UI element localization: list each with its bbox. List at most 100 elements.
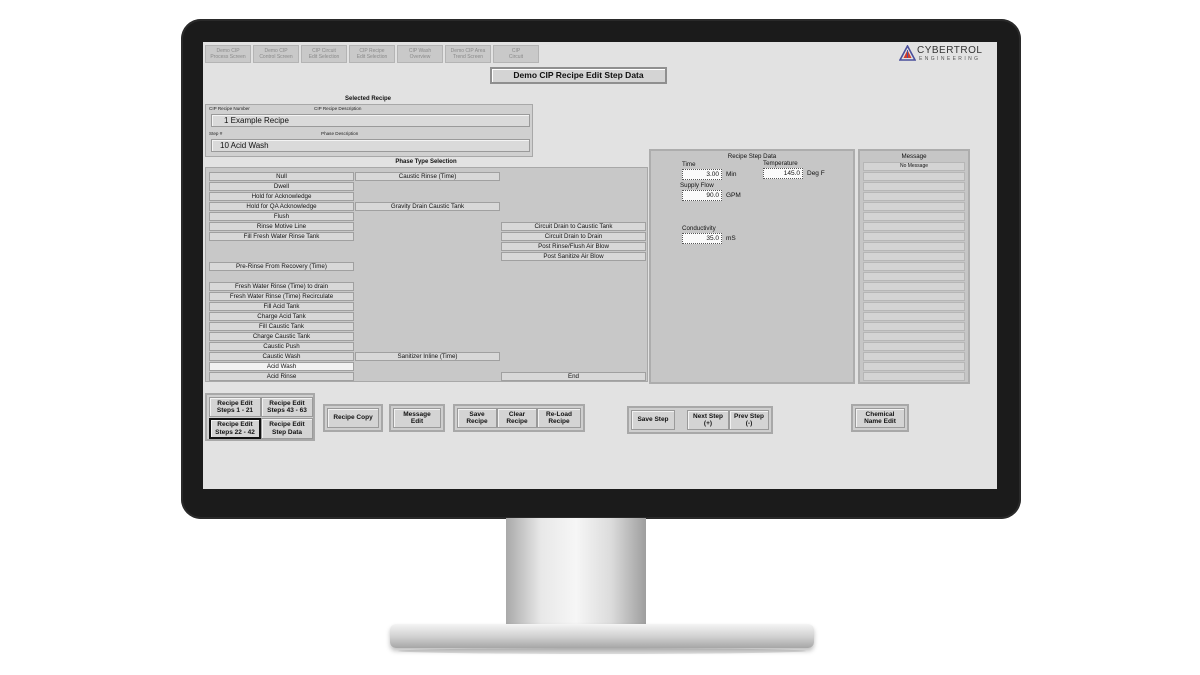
message-row: No Message: [863, 162, 965, 171]
recipe-copy-button[interactable]: Recipe Copy: [327, 408, 379, 428]
save-recipe-button[interactable]: Save Recipe: [457, 408, 497, 428]
message-row: [863, 232, 965, 241]
tab-demo-cip-trend[interactable]: Demo CIP Area Trend Screen: [445, 45, 491, 63]
clear-recipe-button[interactable]: Clear Recipe: [497, 408, 537, 428]
phase-option[interactable]: Acid Wash: [209, 362, 354, 371]
step-number-label: Step #: [209, 131, 223, 136]
message-row: [863, 272, 965, 281]
phase-option[interactable]: Acid Rinse: [209, 372, 354, 381]
phase-option[interactable]: Circuit Drain to Caustic Tank: [501, 222, 646, 231]
message-row: [863, 292, 965, 301]
time-label: Time: [682, 161, 696, 168]
phase-option[interactable]: Rinse Motive Line: [209, 222, 354, 231]
phase-option[interactable]: Caustic Rinse (Time): [355, 172, 500, 181]
phase-type-panel: Null Dwell Hold for Acknowledge Hold for QA…: [205, 167, 648, 382]
time-input[interactable]: 3.00: [682, 169, 722, 180]
tab-cip-circuit-edit[interactable]: CIP Circuit Edit Selection: [301, 45, 347, 63]
recipe-save-group: Save Recipe Clear Recipe Re-Load Recipe: [453, 404, 585, 432]
temperature-unit: Deg F: [807, 170, 825, 177]
phase-description-label: Phase Description: [321, 131, 359, 136]
message-row: [863, 282, 965, 291]
phase-option[interactable]: Fill Fresh Water Rinse Tank: [209, 232, 354, 241]
recipe-edit-steps-1-21-button[interactable]: Recipe Edit Steps 1 - 21: [209, 397, 261, 417]
logo-subtitle: ENGINEERING: [919, 56, 981, 62]
phase-option[interactable]: Post Sanitize Air Blow: [501, 252, 646, 261]
chemical-name-edit-button[interactable]: Chemical Name Edit: [855, 408, 905, 428]
phase-option[interactable]: Circuit Drain to Drain: [501, 232, 646, 241]
logo-triangle-icon: [899, 45, 916, 61]
message-row: [863, 362, 965, 371]
temperature-input[interactable]: 145.0: [763, 168, 803, 179]
message-heading: Message: [901, 153, 927, 160]
message-row: [863, 332, 965, 341]
phase-option[interactable]: Fresh Water Rinse (Time) Recirculate: [209, 292, 354, 301]
phase-option[interactable]: Caustic Wash: [209, 352, 354, 361]
phase-option[interactable]: Hold for QA Acknowledge: [209, 202, 354, 211]
message-row: [863, 202, 965, 211]
phase-option[interactable]: Fresh Water Rinse (Time) to drain: [209, 282, 354, 291]
message-row: [863, 172, 965, 181]
message-edit-button[interactable]: Message Edit: [393, 408, 441, 428]
monitor-stand-base: [390, 624, 814, 648]
conductivity-unit: mS: [726, 235, 736, 242]
monitor-stand-neck: [506, 518, 646, 628]
recipe-step-data-panel: Recipe Step Data Time 3.00 Min Temperatu…: [649, 149, 855, 384]
message-row: [863, 342, 965, 351]
phase-type-heading: Phase Type Selection: [395, 159, 457, 165]
recipe-description-label: CIP Recipe Description: [314, 106, 362, 111]
phase-option[interactable]: Post Rinse/Flush Air Blow: [501, 242, 646, 251]
reload-recipe-button[interactable]: Re-Load Recipe: [537, 408, 581, 428]
recipe-number-label: CIP Recipe Number: [209, 106, 250, 111]
phase-option[interactable]: Hold for Acknowledge: [209, 192, 354, 201]
message-row: [863, 302, 965, 311]
tab-cip-wash-overview[interactable]: CIP Wash Overview: [397, 45, 443, 63]
recipe-edit-steps-43-63-button[interactable]: Recipe Edit Steps 43 - 63: [261, 397, 313, 417]
recipe-field: 1 Example Recipe: [211, 114, 530, 127]
phase-option[interactable]: Dwell: [209, 182, 354, 191]
conductivity-input[interactable]: 35.0: [682, 233, 722, 244]
phase-option[interactable]: Charge Acid Tank: [209, 312, 354, 321]
message-row: [863, 252, 965, 261]
phase-option[interactable]: Flush: [209, 212, 354, 221]
tab-demo-cip-process[interactable]: Demo CIP Process Screen: [205, 45, 251, 63]
message-row: [863, 222, 965, 231]
phase-option[interactable]: Sanitizer Inline (Time): [355, 352, 500, 361]
message-row: [863, 182, 965, 191]
next-step-button[interactable]: Next Step (+): [687, 410, 729, 430]
message-row: [863, 322, 965, 331]
recipe-edit-step-data-button[interactable]: Recipe Edit Step Data: [261, 418, 313, 439]
message-row: [863, 212, 965, 221]
message-panel: Message No Message: [858, 149, 970, 384]
message-row: [863, 372, 965, 381]
step-navigation-group: Save Step Next Step (+) Prev Step (-): [627, 406, 773, 434]
tab-demo-cip-control[interactable]: Demo CIP Control Screen: [253, 45, 299, 63]
phase-option[interactable]: Null: [209, 172, 354, 181]
phase-option[interactable]: Fill Caustic Tank: [209, 322, 354, 331]
message-row: [863, 352, 965, 361]
phase-option[interactable]: Pre-Rinse From Recovery (Time): [209, 262, 354, 271]
recipe-edit-steps-22-42-button[interactable]: Recipe Edit Steps 22 - 42: [209, 418, 261, 439]
save-step-button[interactable]: Save Step: [631, 410, 675, 430]
time-unit: Min: [726, 171, 737, 178]
conductivity-label: Conductivity: [682, 225, 716, 232]
supply-flow-label: Supply Flow: [680, 182, 714, 189]
phase-option[interactable]: End: [501, 372, 646, 381]
supply-flow-input[interactable]: 90.0: [682, 190, 722, 201]
supply-flow-unit: GPM: [726, 192, 741, 199]
hmi-screen: Demo CIP Process Screen Demo CIP Control…: [203, 42, 997, 489]
selected-recipe-heading: Selected Recipe: [344, 96, 392, 102]
chemical-name-group: Chemical Name Edit: [851, 404, 909, 432]
phase-option[interactable]: Fill Acid Tank: [209, 302, 354, 311]
recipe-copy-group: Recipe Copy: [323, 404, 383, 432]
message-row: [863, 312, 965, 321]
tab-cip-circuit[interactable]: CIP Circuit: [493, 45, 539, 63]
phase-option[interactable]: Charge Caustic Tank: [209, 332, 354, 341]
step-data-heading: Recipe Step Data: [727, 153, 777, 160]
prev-step-button[interactable]: Prev Step (-): [729, 410, 769, 430]
tab-cip-recipe-edit[interactable]: CIP Recipe Edit Selection: [349, 45, 395, 63]
message-row: [863, 262, 965, 271]
recipe-steps-group: Recipe Edit Steps 1 - 21 Recipe Edit Ste…: [205, 393, 315, 441]
phase-option[interactable]: Gravity Drain Caustic Tank: [355, 202, 500, 211]
stand-shadow: [398, 648, 806, 654]
phase-option[interactable]: Caustic Push: [209, 342, 354, 351]
